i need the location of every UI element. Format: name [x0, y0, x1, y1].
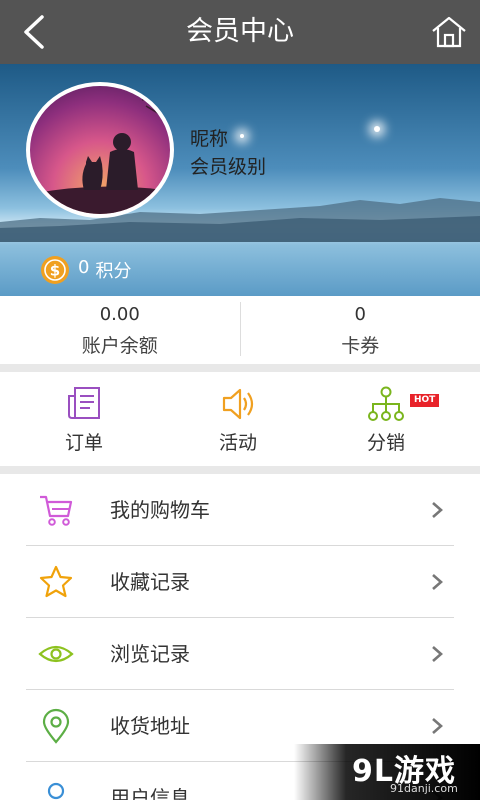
points-row[interactable]: $ 0 积分 — [40, 255, 131, 285]
watermark: 9L游戏 91danji.com — [294, 744, 480, 800]
section-divider — [0, 364, 480, 372]
page-title: 会员中心 — [186, 16, 294, 47]
distribution-label: 分销 — [366, 432, 405, 454]
sparkle — [374, 126, 380, 132]
chevron-right-icon — [432, 502, 443, 518]
chevron-right-icon — [432, 574, 443, 590]
coupon-label: 卡券 — [341, 335, 380, 357]
coupon-stat[interactable]: 0 卡券 — [241, 296, 480, 362]
menu-label-address: 收货地址 — [110, 714, 190, 738]
balance-label: 账户余额 — [81, 335, 158, 357]
location-pin-icon — [42, 708, 70, 744]
menu-item-favorites[interactable]: 收藏记录 — [0, 546, 480, 618]
nickname-text: 昵称 — [190, 128, 229, 150]
balance-value: 0.00 — [99, 304, 140, 325]
coupon-value: 0 — [354, 304, 366, 325]
activity-label: 活动 — [218, 432, 257, 454]
sparkle — [240, 134, 244, 138]
user-icon — [47, 782, 65, 800]
chevron-right-icon — [432, 646, 443, 662]
member-level-text: 会员级别 — [190, 156, 267, 178]
top-bar: 会员中心 — [0, 0, 480, 64]
distribution-icon — [368, 386, 404, 421]
home-icon[interactable] — [430, 14, 468, 50]
menu-label-history: 浏览记录 — [110, 642, 190, 666]
menu-label-favorites: 收藏记录 — [110, 570, 190, 594]
svg-text:$: $ — [50, 262, 60, 280]
activity-action[interactable]: 活动 — [178, 386, 298, 455]
section-divider — [0, 466, 480, 474]
eye-icon — [38, 645, 74, 663]
points-label: 积分 — [95, 261, 132, 282]
chevron-right-icon — [432, 718, 443, 734]
points-value: 0 — [78, 257, 90, 278]
back-arrow-icon[interactable] — [18, 14, 54, 50]
menu-item-cart[interactable]: 我的购物车 — [0, 474, 480, 546]
menu-label-user-info: 用户信息 — [110, 786, 190, 800]
order-icon — [68, 387, 100, 419]
watermark-domain: 91danji.com — [390, 782, 458, 795]
member-center-page: 会员中心 昵称 会员级别 $ 0 积分 0.00 账户余额 0 卡券 订单 活动… — [0, 0, 480, 800]
hot-badge: HOT — [410, 394, 440, 407]
menu-label-cart: 我的购物车 — [110, 498, 210, 522]
quick-actions: 订单 活动 分销 HOT — [0, 372, 480, 466]
menu-item-history[interactable]: 浏览记录 — [0, 618, 480, 690]
avatar[interactable] — [26, 82, 174, 218]
orders-action[interactable]: 订单 — [24, 386, 144, 455]
balance-stat[interactable]: 0.00 账户余额 — [0, 296, 240, 362]
account-stats: 0.00 账户余额 0 卡券 — [0, 296, 480, 362]
cart-icon — [40, 495, 73, 526]
coin-icon: $ — [41, 256, 69, 284]
orders-label: 订单 — [64, 432, 103, 454]
star-icon — [39, 565, 73, 598]
speaker-icon — [222, 388, 254, 420]
